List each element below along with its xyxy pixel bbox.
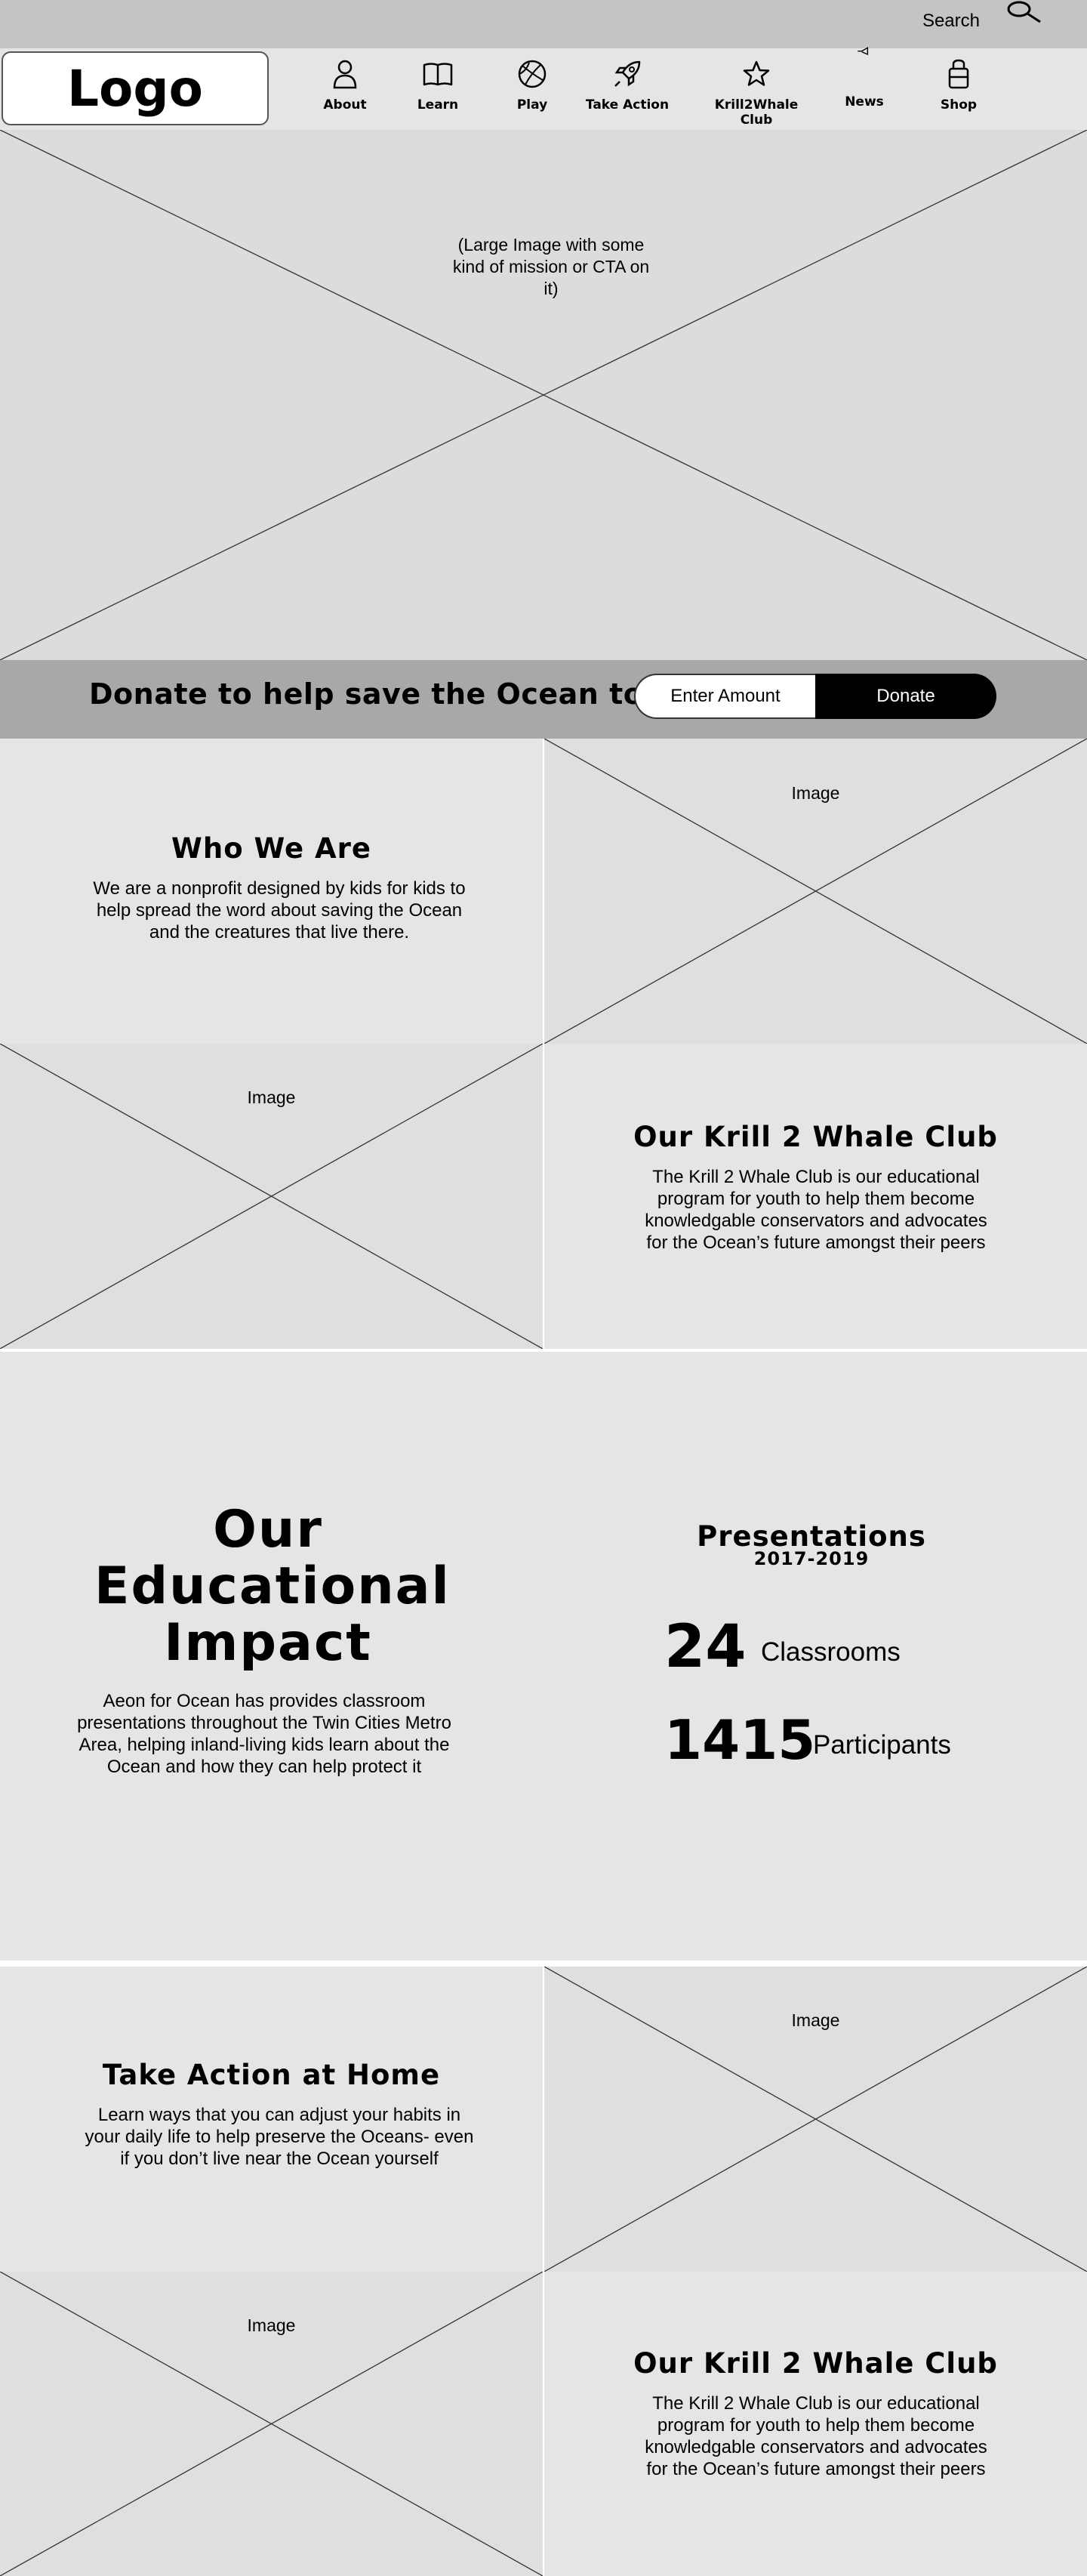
impact-title: Our Educational Impact [94,1500,451,1673]
rocket-icon [614,60,641,87]
image-label: Image [791,2010,840,2030]
nav-item-shop[interactable]: Shop [902,54,1015,122]
nav-item-krill2whale-club[interactable]: Krill2Whale Club [700,54,813,128]
hero-caption: (Large Image with some kind of mission o… [452,235,650,298]
ball-icon [518,60,547,88]
book-icon [423,63,453,86]
who-we-are-image: Image [544,739,1087,1044]
take-action-image: Image [544,1967,1087,2272]
take-action-panel: Take Action at Home Learn ways that you … [0,1967,543,2272]
search-label[interactable]: Search [922,11,980,32]
who-we-are-body: We are a nonprofit designed by kids for … [93,878,466,942]
presentations-years: 2017-2019 [753,1548,870,1569]
user-icon [333,60,357,89]
logo[interactable]: Logo [2,51,269,125]
stat-value-participants: 1415 [664,1708,816,1772]
take-action-body: Learn ways that you can adjust your habi… [85,2105,474,2169]
stat-value-classrooms: 24 [664,1613,747,1681]
search-icon[interactable] [1002,0,1043,26]
krill-club-body-2: The Krill 2 Whale Club is our educationa… [645,2393,987,2479]
megaphone-icon [858,47,869,56]
krill-club-image: Image [0,1044,543,1349]
take-action-title: Take Action at Home [102,2059,441,2091]
krill-club-panel-2: Our Krill 2 Whale Club The Krill 2 Whale… [544,2272,1087,2576]
who-we-are-title: Who We Are [171,832,371,865]
shopping-bag-icon [948,59,969,89]
nav-label-krill2whale-club: Krill2Whale Club [714,97,799,128]
krill-club-image-2: Image [0,2272,543,2576]
krill-club-panel: Our Krill 2 Whale Club The Krill 2 Whale… [544,1044,1087,1349]
donate-button[interactable]: Donate [815,674,996,719]
image-label: Image [791,783,840,803]
who-we-are-panel: Who We Are We are a nonprofit designed b… [0,739,543,1044]
star-icon [743,60,770,86]
stat-label-participants: Participants [813,1730,951,1760]
amount-input[interactable] [634,674,815,719]
nav-label-shop: Shop [940,97,978,113]
krill-club-title: Our Krill 2 Whale Club [633,1121,998,1153]
krill-club-body: The Krill 2 Whale Club is our educationa… [645,1167,987,1253]
impact-body: Aeon for Ocean has provides classroom pr… [77,1691,451,1777]
nav-label-take-action: Take Action [585,97,670,113]
hero-image [0,130,1087,660]
nav-item-take-action[interactable]: Take Action [571,54,684,122]
krill-club-title-2: Our Krill 2 Whale Club [633,2347,998,2380]
image-label: Image [247,1087,296,1107]
image-label: Image [247,2315,296,2335]
donate-heading: Donate to help save the Ocean today! [89,677,716,711]
stat-label-classrooms: Classrooms [761,1637,901,1667]
